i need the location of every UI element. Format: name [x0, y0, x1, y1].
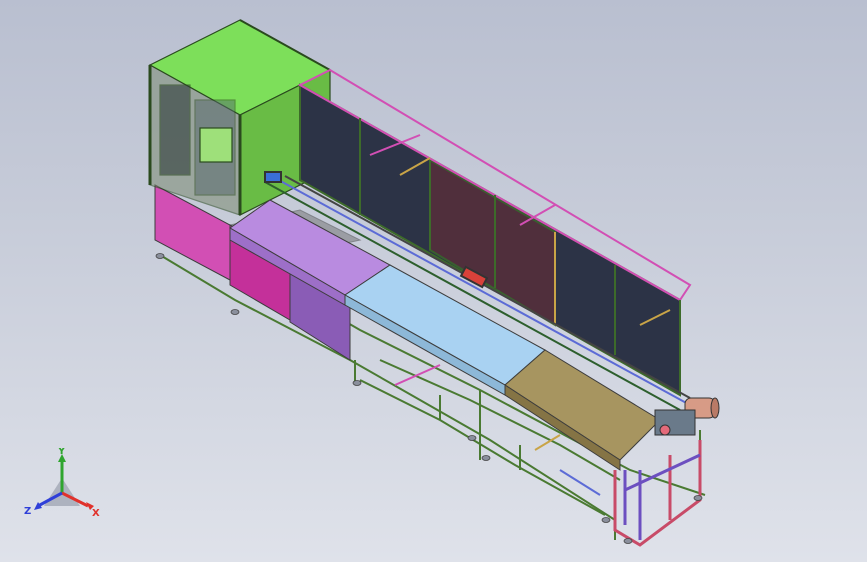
end-frame	[613, 440, 702, 547]
z-axis-label: Z	[24, 506, 31, 517]
x-axis-label: X	[92, 508, 100, 519]
cad-viewport[interactable]: Y X Z	[0, 0, 867, 562]
view-orientation-triad: Y X Z	[24, 448, 100, 519]
machine-model[interactable]	[0, 0, 867, 562]
end-motor	[654, 397, 720, 436]
y-axis-label: Y	[57, 448, 66, 457]
